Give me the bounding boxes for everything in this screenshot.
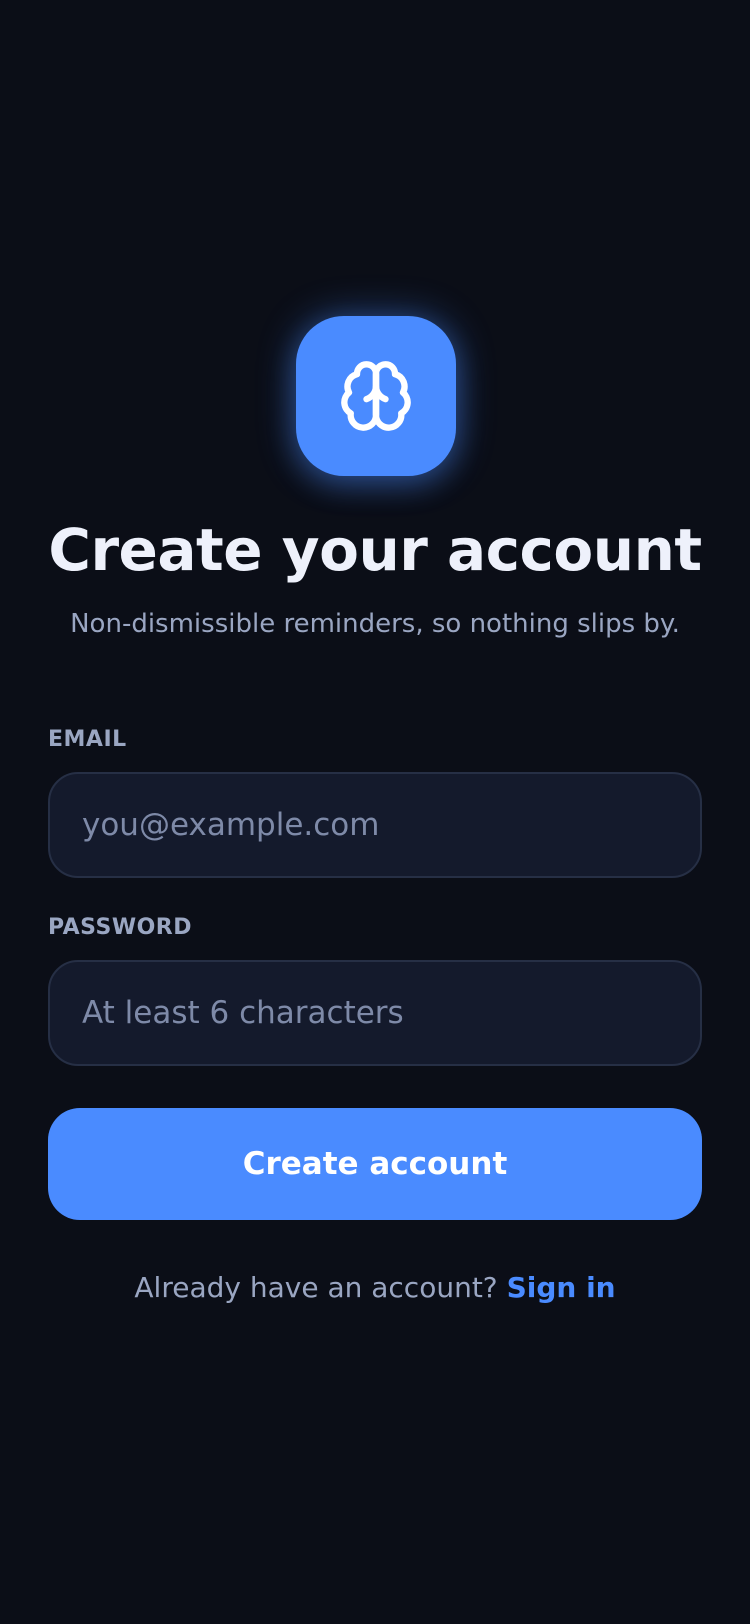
- signin-prompt-text: Already have an account?: [134, 1271, 498, 1304]
- email-label: EMAIL: [48, 727, 127, 752]
- signin-prompt: Already have an account? Sign in: [0, 1268, 750, 1308]
- password-field[interactable]: [48, 960, 702, 1066]
- password-label: PASSWORD: [48, 915, 193, 940]
- brain-icon: [341, 361, 411, 431]
- sign-in-link[interactable]: Sign in: [507, 1271, 616, 1304]
- page-title: Create your account: [48, 516, 702, 584]
- app-logo: [296, 316, 456, 476]
- signup-screen: Create your account Non-dismissible remi…: [0, 0, 750, 1624]
- create-account-button[interactable]: Create account: [48, 1108, 702, 1220]
- page-subtitle: Non-dismissible reminders, so nothing sl…: [70, 609, 680, 639]
- email-field[interactable]: [48, 772, 702, 878]
